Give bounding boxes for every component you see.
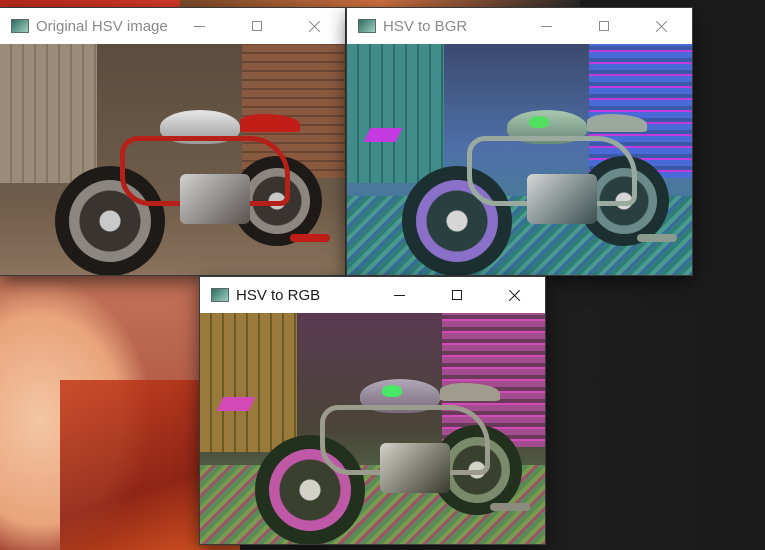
window-title: Original HSV image bbox=[36, 17, 168, 35]
image-canvas-original bbox=[0, 44, 345, 275]
reflection bbox=[363, 128, 403, 142]
maximize-icon[interactable] bbox=[434, 277, 480, 313]
image-canvas-rgb bbox=[200, 313, 545, 544]
close-icon[interactable] bbox=[292, 8, 338, 44]
image-canvas-bgr bbox=[347, 44, 692, 275]
workshop-door bbox=[200, 313, 297, 452]
seat bbox=[587, 114, 647, 132]
seat bbox=[240, 114, 300, 132]
reflection bbox=[216, 397, 256, 411]
paddock-stand bbox=[290, 234, 330, 242]
minimize-icon[interactable] bbox=[523, 8, 569, 44]
workshop-door bbox=[0, 44, 97, 183]
close-icon[interactable] bbox=[639, 8, 685, 44]
window-title: HSV to RGB bbox=[236, 286, 321, 304]
paddock-stand bbox=[490, 503, 530, 511]
scene bbox=[200, 313, 545, 544]
scene bbox=[347, 44, 692, 275]
fuel-tank-highlight bbox=[382, 385, 402, 397]
window-hsv-to-bgr[interactable]: HSV to BGR bbox=[347, 8, 692, 275]
window-titlebar[interactable]: Original HSV image bbox=[0, 8, 345, 44]
workshop-door bbox=[347, 44, 444, 183]
engine bbox=[180, 174, 250, 224]
close-icon[interactable] bbox=[492, 277, 538, 313]
seat bbox=[440, 383, 500, 401]
paddock-stand bbox=[637, 234, 677, 242]
minimize-icon[interactable] bbox=[176, 8, 222, 44]
window-titlebar[interactable]: HSV to RGB bbox=[200, 277, 545, 313]
engine bbox=[527, 174, 597, 224]
window-title: HSV to BGR bbox=[383, 17, 468, 35]
image-window-icon bbox=[11, 19, 29, 33]
image-window-icon bbox=[358, 19, 376, 33]
window-titlebar[interactable]: HSV to BGR bbox=[347, 8, 692, 44]
window-hsv-to-rgb[interactable]: HSV to RGB bbox=[200, 277, 545, 544]
fuel-tank-highlight bbox=[529, 116, 549, 128]
minimize-icon[interactable] bbox=[376, 277, 422, 313]
window-original-hsv-image[interactable]: Original HSV image bbox=[0, 8, 345, 275]
maximize-icon[interactable] bbox=[234, 8, 280, 44]
image-window-icon bbox=[211, 288, 229, 302]
engine bbox=[380, 443, 450, 493]
scene bbox=[0, 44, 345, 275]
maximize-icon[interactable] bbox=[581, 8, 627, 44]
